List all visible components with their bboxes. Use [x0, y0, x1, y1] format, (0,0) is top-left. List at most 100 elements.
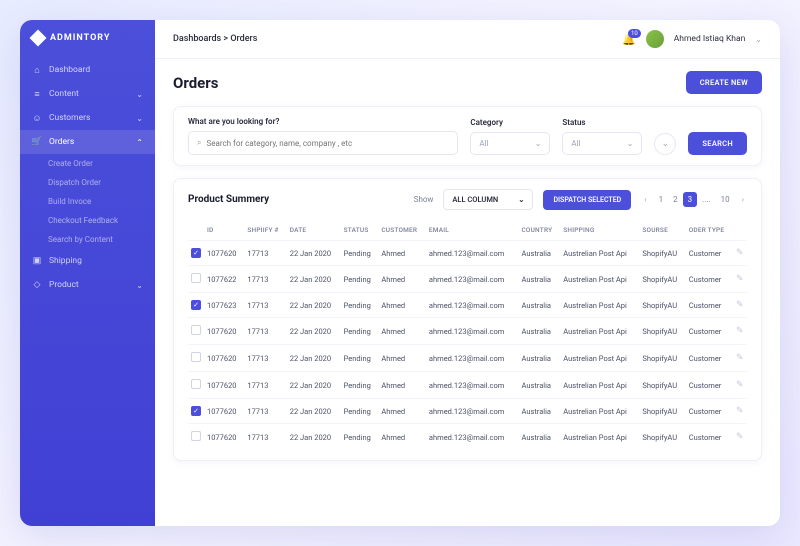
- col-status: STATUS: [341, 220, 379, 241]
- brand-name: ADMINTORY: [50, 33, 110, 43]
- avatar[interactable]: [646, 30, 664, 48]
- column-select[interactable]: ALL COLUMN ⌄: [443, 189, 533, 210]
- cell-source: ShopifyAU: [639, 424, 685, 451]
- cell-customer: Ahmed: [378, 266, 426, 293]
- search-label: What are you looking for?: [188, 117, 458, 126]
- cell-ordertype: Customer: [686, 424, 733, 451]
- row-checkbox[interactable]: [191, 431, 201, 441]
- table-body: ✓10776201771322 Jan 2020PendingAhmedahme…: [188, 241, 747, 451]
- edit-icon[interactable]: ✎: [736, 406, 744, 416]
- chevron-down-icon[interactable]: ⌄: [755, 35, 762, 44]
- edit-icon[interactable]: ✎: [736, 353, 744, 363]
- cell-shipping: Austrelian Post Api: [560, 293, 639, 318]
- edit-icon[interactable]: ✎: [736, 432, 744, 442]
- col-id: ID: [204, 220, 244, 241]
- col-shpiify: SHPIIFY #: [244, 220, 286, 241]
- page-1[interactable]: 1: [654, 192, 669, 207]
- cell-shopify: 17713: [244, 372, 286, 399]
- sidebar-sub-dispatch-order[interactable]: Dispatch Order: [20, 173, 155, 192]
- page-prev-icon[interactable]: ‹: [641, 192, 649, 207]
- table-row: ✓10776201771322 Jan 2020PendingAhmedahme…: [188, 399, 747, 424]
- dispatch-selected-button[interactable]: DISPATCH SELECTED: [543, 190, 631, 210]
- edit-icon[interactable]: ✎: [736, 300, 744, 310]
- sidebar-item-shipping[interactable]: ▣Shipping: [20, 249, 155, 273]
- show-label: Show: [414, 195, 434, 204]
- row-checkbox[interactable]: [191, 379, 201, 389]
- category-select[interactable]: All ⌄: [470, 132, 550, 155]
- cell-ordertype: Customer: [686, 266, 733, 293]
- cell-ordertype: Customer: [686, 293, 733, 318]
- cell-source: ShopifyAU: [639, 399, 685, 424]
- sidebar-item-dashboard[interactable]: ⌂Dashboard: [20, 58, 155, 82]
- status-select[interactable]: All ⌄: [562, 132, 642, 155]
- app-shell: ADMINTORY ⌂Dashboard≡Content⌄☺Customers⌄…: [20, 20, 780, 526]
- cell-shipping: Austrelian Post Api: [560, 318, 639, 345]
- sidebar-sub-search-by-content[interactable]: Search by Content: [20, 230, 155, 249]
- cell-country: Australia: [518, 424, 560, 451]
- page-10[interactable]: 10: [716, 192, 735, 207]
- edit-icon[interactable]: ✎: [736, 274, 744, 284]
- cell-shipping: Austrelian Post Api: [560, 241, 639, 266]
- create-new-button[interactable]: CREATE NEW: [686, 71, 762, 94]
- edit-icon[interactable]: ✎: [736, 248, 744, 258]
- cell-email: ahmed.123@mail.com: [426, 345, 519, 372]
- product-icon: ◇: [32, 280, 42, 290]
- sidebar-item-label: Content: [49, 89, 79, 99]
- cell-status: Pending: [341, 241, 379, 266]
- row-checkbox[interactable]: [191, 352, 201, 362]
- cell-shopify: 17713: [244, 345, 286, 372]
- search-input[interactable]: [206, 139, 449, 148]
- sidebar-sub-build-invoce[interactable]: Build Invoce: [20, 192, 155, 211]
- page-2[interactable]: 2: [668, 192, 683, 207]
- table-card: Product Summery Show ALL COLUMN ⌄ DISPAT…: [173, 178, 762, 461]
- row-checkbox[interactable]: ✓: [191, 406, 201, 416]
- notification-icon[interactable]: 🔔10: [622, 33, 636, 46]
- cell-shopify: 17713: [244, 424, 286, 451]
- table-header-row: IDSHPIIFY #DATESTATUSCUSTOMEREMAILCOUNTR…: [188, 220, 747, 241]
- table-row: ✓10776231771322 Jan 2020PendingAhmedahme…: [188, 293, 747, 318]
- cell-status: Pending: [341, 372, 379, 399]
- main: Dashboards > Orders 🔔10 Ahmed Istiaq Kha…: [155, 20, 780, 526]
- table-toolbar: Product Summery Show ALL COLUMN ⌄ DISPAT…: [188, 189, 747, 210]
- cell-id: 1077622: [204, 266, 244, 293]
- col-date: DATE: [287, 220, 341, 241]
- cell-email: ahmed.123@mail.com: [426, 241, 519, 266]
- row-checkbox[interactable]: ✓: [191, 248, 201, 258]
- sidebar-item-product[interactable]: ◇Product⌄: [20, 273, 155, 297]
- cell-id: 1077620: [204, 424, 244, 451]
- expand-button[interactable]: ⌄: [654, 133, 676, 155]
- brand-logo[interactable]: ADMINTORY: [20, 32, 155, 58]
- cell-status: Pending: [341, 293, 379, 318]
- sidebar-sub-create-order[interactable]: Create Order: [20, 154, 155, 173]
- cell-date: 22 Jan 2020: [287, 293, 341, 318]
- sidebar-item-content[interactable]: ≡Content⌄: [20, 82, 155, 106]
- cell-id: 1077620: [204, 372, 244, 399]
- notification-badge: 10: [628, 29, 641, 38]
- search-icon: ⌕: [197, 138, 201, 148]
- page-3[interactable]: 3: [683, 192, 698, 207]
- page-next-icon[interactable]: ›: [739, 192, 747, 207]
- cell-status: Pending: [341, 345, 379, 372]
- cell-shipping: Austrelian Post Api: [560, 424, 639, 451]
- cell-date: 22 Jan 2020: [287, 241, 341, 266]
- col-sourse: SOURSE: [639, 220, 685, 241]
- sidebar-sub-checkout-feedback[interactable]: Checkout Feedback: [20, 211, 155, 230]
- row-checkbox[interactable]: ✓: [191, 300, 201, 310]
- edit-icon[interactable]: ✎: [736, 326, 744, 336]
- sidebar-item-orders[interactable]: 🛒Orders⌃: [20, 130, 155, 154]
- cell-date: 22 Jan 2020: [287, 372, 341, 399]
- cell-country: Australia: [518, 345, 560, 372]
- search-button[interactable]: SEARCH: [688, 132, 747, 155]
- cell-shipping: Austrelian Post Api: [560, 345, 639, 372]
- cell-status: Pending: [341, 266, 379, 293]
- cell-email: ahmed.123@mail.com: [426, 424, 519, 451]
- col-customer: CUSTOMER: [378, 220, 426, 241]
- search-input-wrap[interactable]: ⌕: [188, 131, 458, 155]
- page-....[interactable]: ....: [697, 192, 715, 207]
- row-checkbox[interactable]: [191, 325, 201, 335]
- cell-date: 22 Jan 2020: [287, 266, 341, 293]
- row-checkbox[interactable]: [191, 273, 201, 283]
- edit-icon[interactable]: ✎: [736, 380, 744, 390]
- sidebar-item-customers[interactable]: ☺Customers⌄: [20, 106, 155, 130]
- col-odertype: ODER TYPE: [686, 220, 733, 241]
